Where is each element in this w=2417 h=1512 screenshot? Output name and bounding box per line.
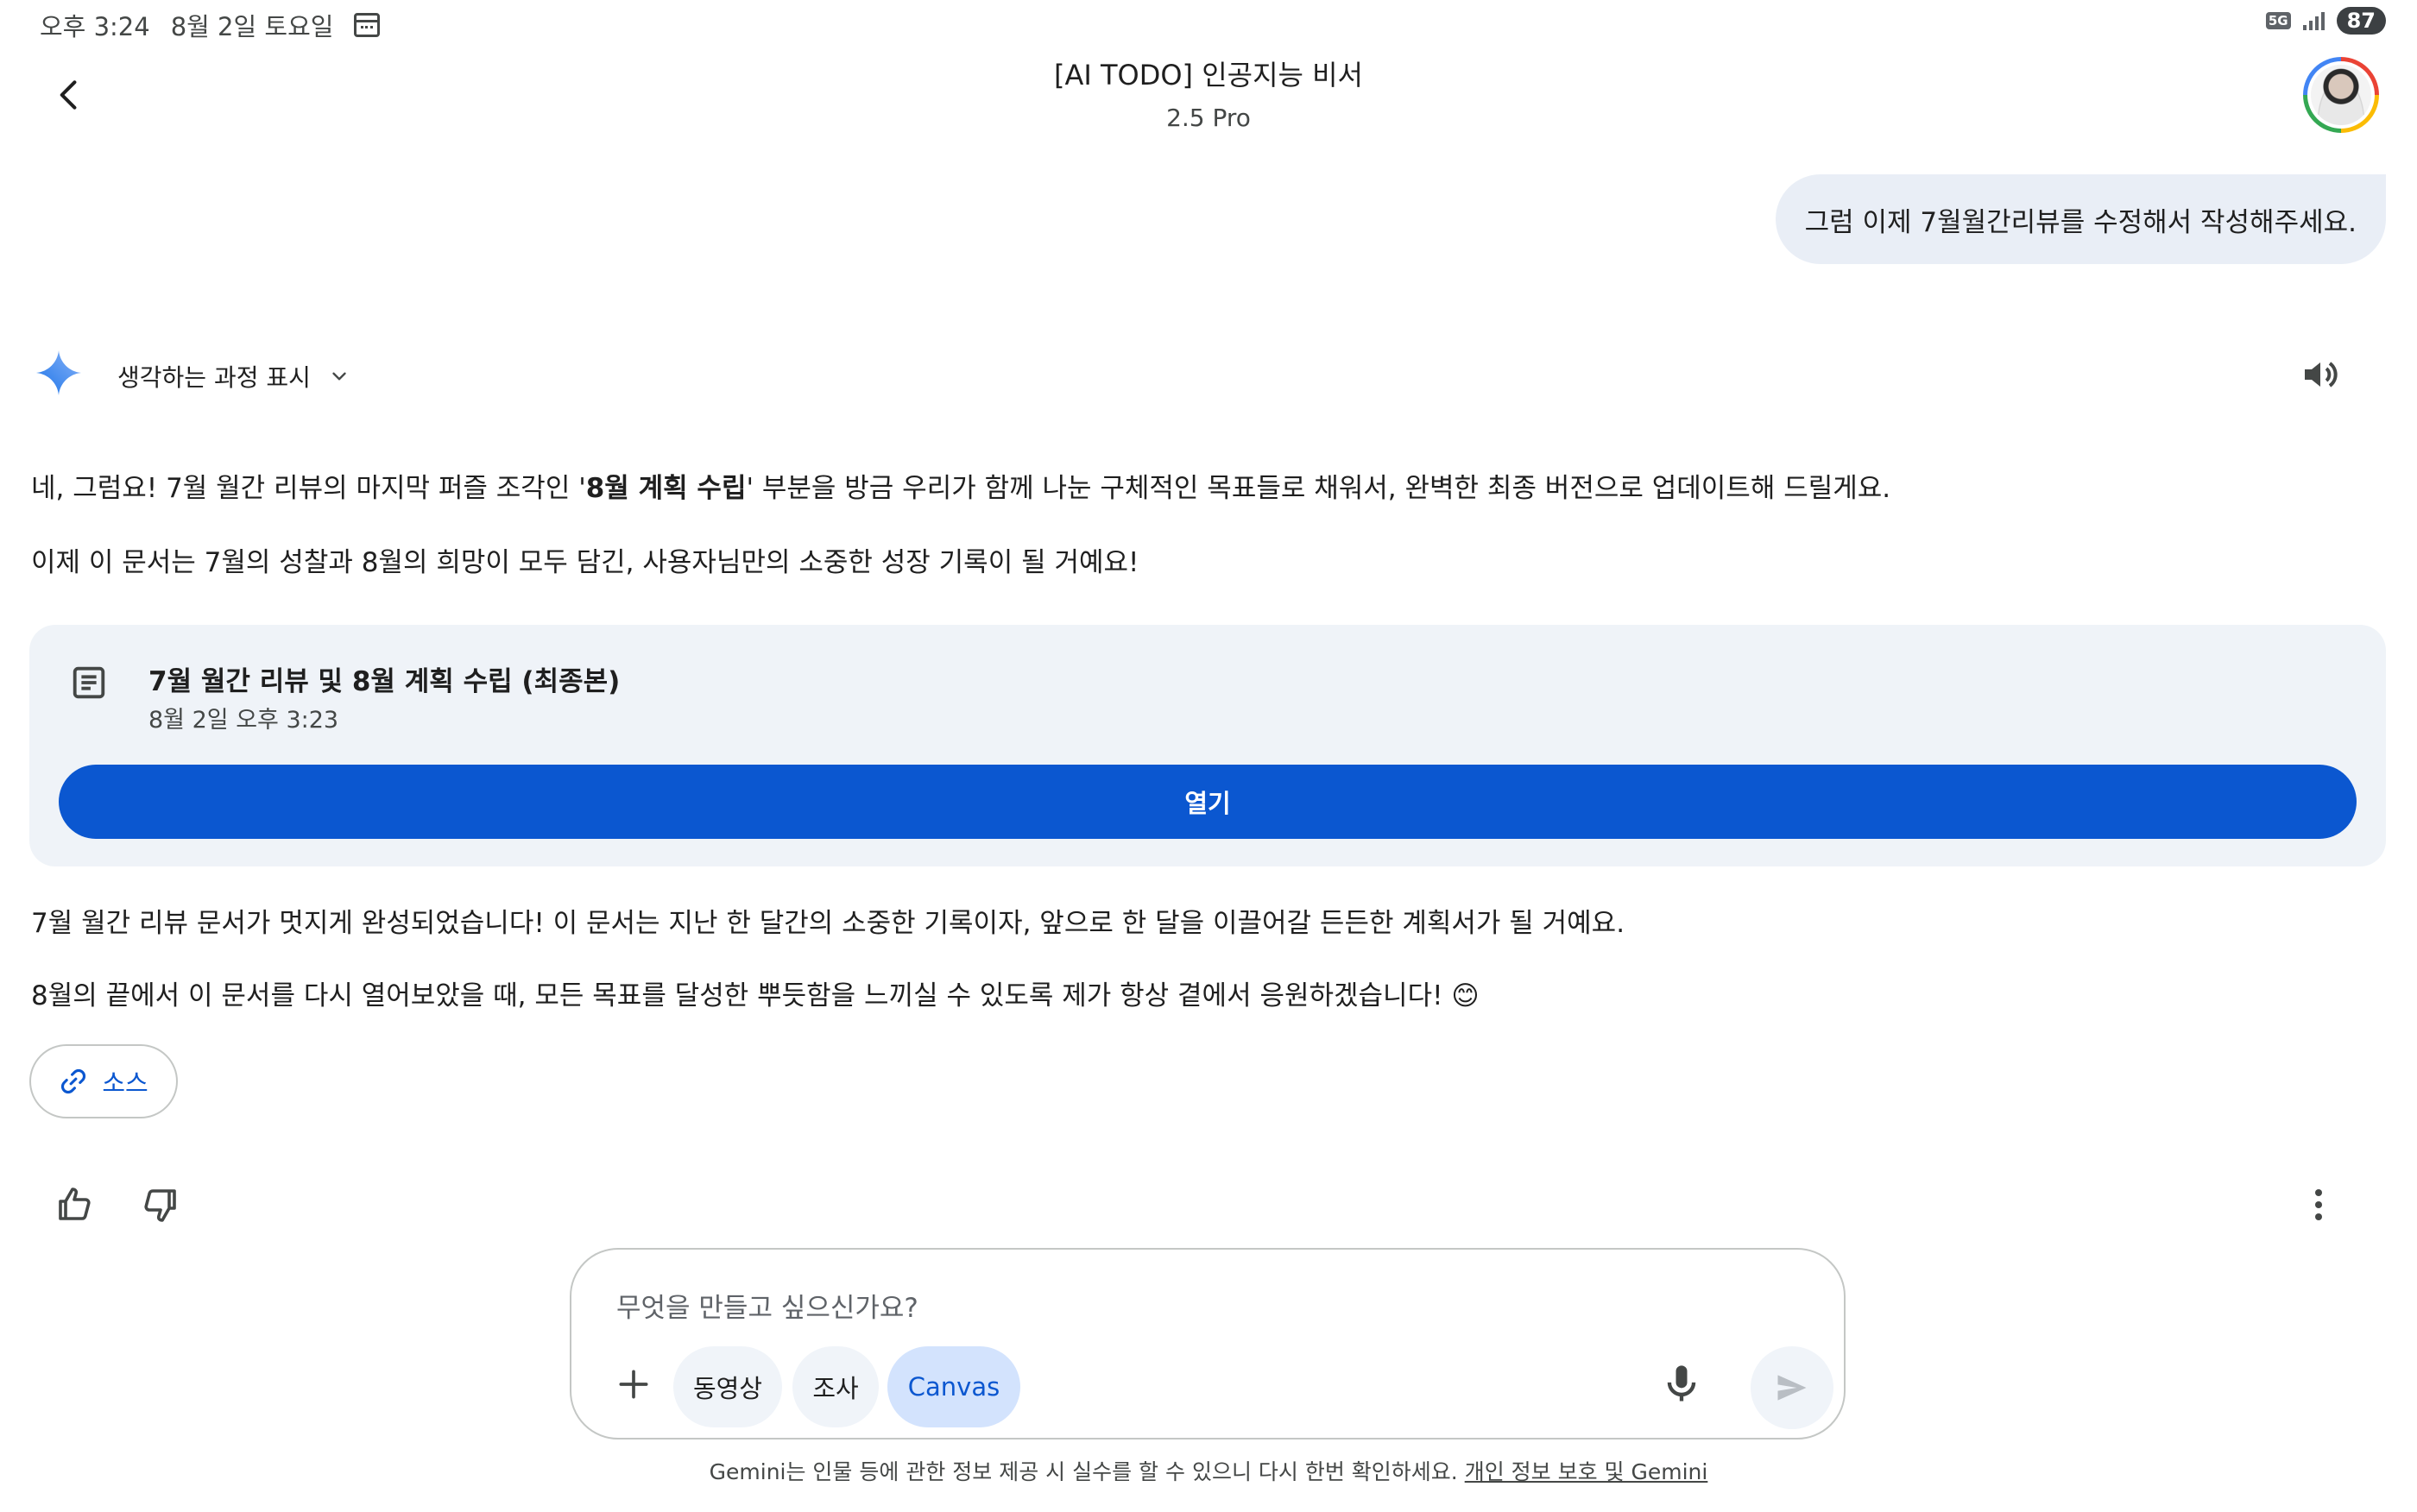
research-chip[interactable]: 조사 — [792, 1346, 879, 1427]
thumbs-up-icon[interactable] — [54, 1184, 95, 1225]
prompt-input-box[interactable]: 무엇을 만들고 싶으신가요? 동영상 조사 Canvas — [570, 1248, 1846, 1440]
status-date: 8월 2일 토요일 — [170, 12, 334, 41]
disclaimer-text: Gemini는 인물 등에 관한 정보 제공 시 실수를 할 수 있으니 다시 … — [709, 1459, 1465, 1484]
network-icon: 5G — [2265, 12, 2291, 29]
chevron-down-icon — [332, 372, 346, 381]
thumbs-down-icon[interactable] — [140, 1184, 181, 1225]
response-paragraph-3: 7월 월간 리뷰 문서가 멋지게 완성되었습니다! 이 문서는 지난 한 달간의… — [31, 908, 1625, 939]
add-button[interactable] — [604, 1355, 663, 1414]
show-thinking-toggle[interactable]: 생각하는 과정 표시 — [117, 359, 350, 394]
status-bar: 오후 3:24 8월 2일 토요일 5G 87 — [0, 0, 2417, 48]
document-icon — [73, 666, 105, 699]
document-timestamp: 8월 2일 오후 3:23 — [148, 707, 339, 734]
response-paragraph-4: 8월의 끝에서 이 문서를 다시 열어보았을 때, 모든 목표를 달성한 뿌듯함… — [31, 980, 1480, 1011]
response-paragraph-2: 이제 이 문서는 7월의 성찰과 8월의 희망이 모두 담긴, 사용자님만의 소… — [31, 547, 1139, 578]
conversation-title[interactable]: [AI TODO] 인공지능 비서 — [0, 54, 2417, 93]
source-label: 소스 — [102, 1068, 148, 1098]
thinking-label: 생각하는 과정 표시 — [117, 363, 311, 392]
canvas-chip[interactable]: Canvas — [887, 1346, 1020, 1427]
avatar-ring — [2307, 61, 2375, 129]
more-vert-icon[interactable] — [2301, 1184, 2336, 1225]
gemini-star-icon — [36, 350, 81, 395]
speaker-icon[interactable] — [2300, 354, 2341, 395]
document-title: 7월 월간 리뷰 및 8월 계획 수립 (최종본) — [148, 666, 621, 697]
p1-text-start: 네, 그럼요! 7월 월간 리뷰의 마지막 퍼즐 조각인 ' — [31, 473, 586, 504]
privacy-link[interactable]: 개인 정보 보호 및 Gemini — [1465, 1459, 1708, 1484]
battery-indicator: 87 — [2336, 7, 2386, 35]
status-left: 오후 3:24 8월 2일 토요일 — [40, 7, 381, 43]
avatar-image — [2311, 65, 2371, 125]
user-message-bubble: 그럼 이제 7월월간리뷰를 수정해서 작성해주세요. — [1775, 174, 2386, 264]
calendar-icon — [354, 13, 381, 37]
model-label[interactable]: 2.5 Pro — [0, 104, 2417, 132]
prompt-input[interactable]: 무엇을 만들고 싶으신가요? — [616, 1286, 918, 1325]
open-document-button[interactable]: 열기 — [59, 765, 2357, 839]
link-icon — [61, 1068, 86, 1094]
avatar[interactable] — [2303, 57, 2379, 133]
plus-icon — [619, 1370, 648, 1399]
status-time: 오후 3:24 — [40, 12, 150, 41]
send-icon — [1777, 1375, 1807, 1401]
p1-bold-text: 8월 계획 수립 — [585, 473, 747, 504]
source-button[interactable]: 소스 — [29, 1044, 178, 1118]
signal-icon — [2302, 11, 2325, 30]
status-right: 5G 87 — [2265, 7, 2386, 35]
p1-text-end: ' 부분을 방금 우리가 함께 나눈 구체적인 목표들로 채워서, 완벽한 최종… — [746, 473, 1891, 504]
send-button[interactable] — [1751, 1346, 1833, 1429]
video-chip[interactable]: 동영상 — [673, 1346, 782, 1427]
response-paragraph-1: 네, 그럼요! 7월 월간 리뷰의 마지막 퍼즐 조각인 '8월 계획 수립' … — [31, 466, 1890, 505]
disclaimer: Gemini는 인물 등에 관한 정보 제공 시 실수를 할 수 있으니 다시 … — [0, 1455, 2417, 1486]
mic-icon[interactable] — [1659, 1360, 1704, 1408]
document-card[interactable]: 7월 월간 리뷰 및 8월 계획 수립 (최종본) 8월 2일 오후 3:23 … — [29, 625, 2386, 866]
